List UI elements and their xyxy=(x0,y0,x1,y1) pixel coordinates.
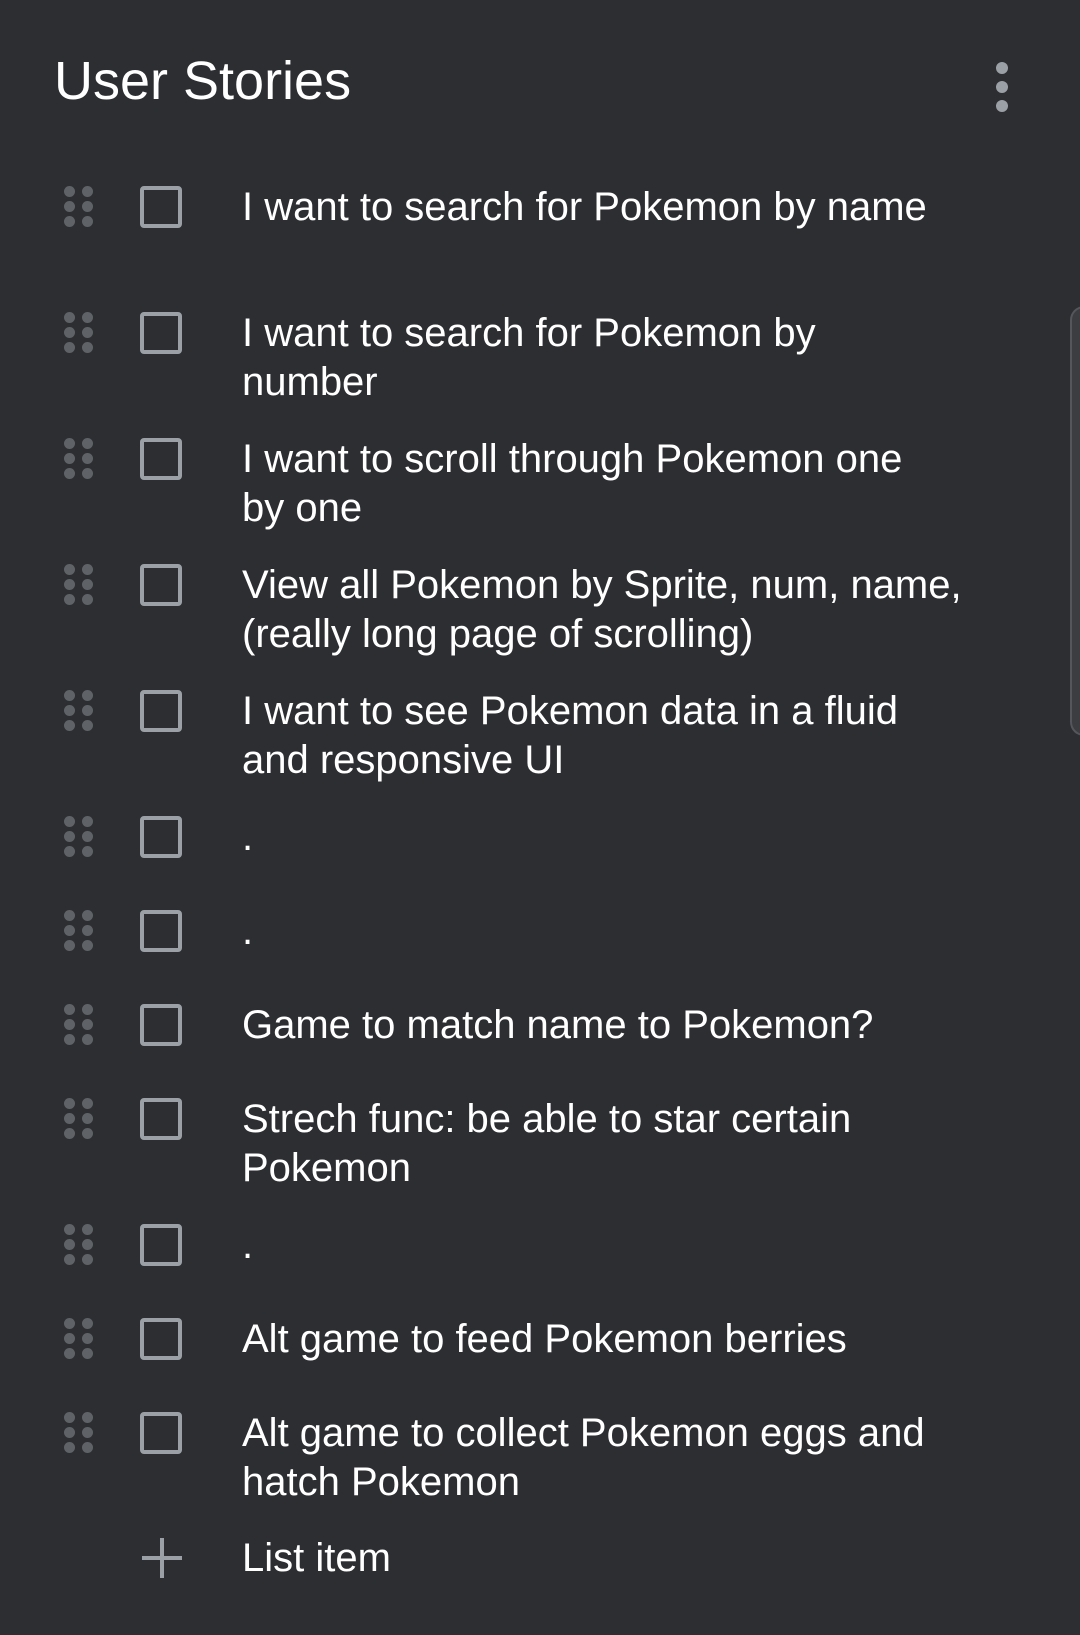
plus-icon xyxy=(142,1538,182,1578)
drag-handle-icon[interactable] xyxy=(64,1412,94,1458)
item-text[interactable]: Strech func: be able to star certain Pok… xyxy=(242,1095,942,1193)
drag-handle-icon[interactable] xyxy=(64,438,94,484)
item-checkbox[interactable] xyxy=(140,1224,182,1266)
item-checkbox[interactable] xyxy=(140,816,182,858)
more-vert-icon[interactable] xyxy=(982,62,1022,112)
item-text[interactable]: . xyxy=(242,1221,942,1270)
item-checkbox[interactable] xyxy=(140,564,182,606)
item-text[interactable]: I want to search for Pokemon by number xyxy=(242,309,942,407)
item-checkbox[interactable] xyxy=(140,186,182,228)
item-text[interactable]: Game to match name to Pokemon? xyxy=(242,1001,962,1050)
item-text[interactable]: Alt game to collect Pokemon eggs and hat… xyxy=(242,1409,942,1507)
drag-handle-icon[interactable] xyxy=(64,312,94,358)
drag-handle-icon[interactable] xyxy=(64,816,94,862)
add-list-item-label: List item xyxy=(242,1536,391,1580)
item-checkbox[interactable] xyxy=(140,1318,182,1360)
kebab-dot xyxy=(996,81,1008,93)
item-text[interactable]: I want to scroll through Pokemon one by … xyxy=(242,435,942,533)
kebab-dot xyxy=(996,100,1008,112)
drag-handle-icon[interactable] xyxy=(64,1098,94,1144)
item-checkbox[interactable] xyxy=(140,910,182,952)
item-text[interactable]: View all Pokemon by Sprite, num, name, (… xyxy=(242,561,962,659)
item-text[interactable]: Alt game to feed Pokemon berries xyxy=(242,1315,942,1364)
drag-handle-icon[interactable] xyxy=(64,1318,94,1364)
item-checkbox[interactable] xyxy=(140,438,182,480)
item-text[interactable]: I want to see Pokemon data in a fluid an… xyxy=(242,687,942,785)
kebab-dot xyxy=(996,62,1008,74)
scrollbar[interactable] xyxy=(1070,306,1080,736)
drag-handle-icon[interactable] xyxy=(64,910,94,956)
item-text[interactable]: I want to search for Pokemon by name xyxy=(242,183,942,232)
drag-handle-icon[interactable] xyxy=(64,564,94,610)
drag-handle-icon[interactable] xyxy=(64,186,94,232)
drag-handle-icon[interactable] xyxy=(64,1224,94,1270)
item-checkbox[interactable] xyxy=(140,1098,182,1140)
item-checkbox[interactable] xyxy=(140,690,182,732)
item-text[interactable]: . xyxy=(242,813,942,862)
drag-handle-icon[interactable] xyxy=(64,1004,94,1050)
item-checkbox[interactable] xyxy=(140,1412,182,1454)
item-checkbox[interactable] xyxy=(140,1004,182,1046)
item-checkbox[interactable] xyxy=(140,312,182,354)
add-list-item-button[interactable]: List item xyxy=(0,1530,1000,1586)
item-text[interactable]: . xyxy=(242,907,942,956)
page-title: User Stories xyxy=(54,51,352,111)
drag-handle-icon[interactable] xyxy=(64,690,94,736)
